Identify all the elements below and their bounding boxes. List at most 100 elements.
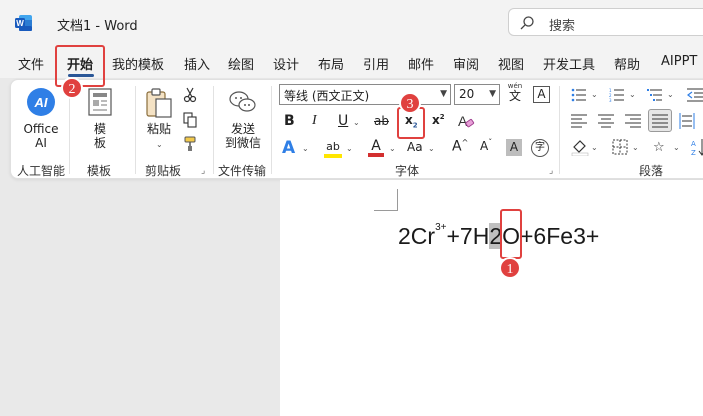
phonetic-guide-button[interactable]: wén 文 (506, 82, 524, 103)
chevron-down-icon: ▼ (489, 89, 496, 99)
font-color-caret[interactable]: ⌄ (389, 144, 396, 153)
tab-file[interactable]: 文件 (18, 54, 44, 73)
search-placeholder: 搜索 (549, 19, 576, 34)
template-label-1: 模 (93, 122, 106, 136)
format-painter-icon[interactable] (183, 136, 199, 152)
align-center-icon[interactable] (598, 114, 614, 128)
paste-dropdown-caret[interactable]: ⌄ (156, 140, 163, 149)
tab-references[interactable]: 引用 (363, 54, 389, 73)
separator (213, 86, 214, 174)
separator (559, 86, 560, 174)
font-name-select[interactable]: 等线 (西文正文) ▼ (279, 84, 451, 105)
group-label-font: 字体 (395, 164, 420, 178)
multilevel-caret[interactable]: ⌄ (667, 90, 674, 99)
word-logo-icon: W (15, 15, 32, 31)
shrink-font-label: A (480, 139, 489, 153)
tab-help[interactable]: 帮助 (614, 54, 640, 73)
page-corner-mark (397, 189, 398, 211)
font-color-label: A (371, 138, 381, 154)
equation-part: 2Cr (398, 223, 436, 249)
tab-design[interactable]: 设计 (273, 54, 299, 73)
copy-icon[interactable] (183, 112, 197, 128)
office-ai-label-2: AI (35, 136, 47, 150)
tab-draw[interactable]: 绘图 (228, 54, 254, 73)
font-launcher-icon[interactable]: ⌟ (549, 166, 553, 176)
tab-developer[interactable]: 开发工具 (543, 54, 595, 73)
numbering-icon[interactable]: 1 2 3 (609, 88, 625, 102)
font-color-button[interactable]: A (368, 138, 384, 157)
tab-my-templates[interactable]: 我的模板 (112, 54, 164, 73)
character-shading-button[interactable]: A (506, 139, 522, 156)
italic-button[interactable]: I (312, 113, 317, 129)
grow-font-button[interactable]: A^ (452, 138, 468, 155)
asian-layout-icon[interactable]: ☆ (653, 138, 671, 156)
paste-icon (146, 88, 172, 118)
page-corner-mark (374, 210, 398, 211)
highlight-button[interactable]: ab (324, 140, 342, 158)
annotation-badge-3: 3 (399, 92, 421, 114)
enclose-characters-button[interactable]: 字 (531, 139, 549, 157)
character-border-button[interactable]: A (533, 86, 550, 103)
bold-button[interactable]: B (284, 113, 295, 129)
template-button[interactable]: 模 板 (91, 122, 109, 150)
tab-aippt[interactable]: AIPPT (661, 54, 697, 69)
shading-caret[interactable]: ⌄ (591, 143, 598, 152)
cut-icon[interactable] (183, 87, 197, 103)
change-case-button[interactable]: Aa (407, 140, 423, 154)
highlight-caret[interactable]: ⌄ (346, 144, 353, 153)
annotation-badge-2: 2 (61, 77, 83, 99)
grow-font-label: A (452, 138, 462, 155)
change-case-caret[interactable]: ⌄ (428, 144, 435, 153)
underline-dropdown-caret[interactable]: ⌄ (353, 118, 360, 127)
group-label-template: 模板 (87, 164, 112, 178)
svg-text:3: 3 (609, 98, 612, 102)
document-text-line[interactable]: 2Cr3++7H2O+6Fe3+ (398, 222, 599, 250)
align-right-icon[interactable] (625, 114, 641, 128)
office-ai-button[interactable]: Office AI (23, 122, 59, 150)
borders-icon[interactable] (612, 139, 628, 155)
search-icon (520, 16, 534, 30)
document-page[interactable] (280, 180, 703, 416)
font-size-value: 20 (459, 87, 475, 101)
send-to-wechat-button[interactable]: 发送 到微信 (221, 122, 265, 150)
asian-layout-caret[interactable]: ⌄ (673, 143, 680, 152)
office-ai-icon: AI (27, 88, 55, 116)
shading-icon[interactable] (571, 138, 589, 156)
borders-caret[interactable]: ⌄ (632, 143, 639, 152)
underline-button[interactable]: U (338, 113, 348, 129)
ribbon-panel: AI Office AI 人工智能 模 板 模板 粘贴 ⌄ 剪贴板 ⌟ 发送 到… (10, 79, 703, 179)
bullets-icon[interactable] (571, 88, 587, 102)
bullets-caret[interactable]: ⌄ (591, 90, 598, 99)
paste-button[interactable]: 粘贴 (145, 122, 173, 136)
chevron-down-icon: ▼ (440, 89, 447, 99)
tab-review[interactable]: 审阅 (453, 54, 479, 73)
align-left-icon[interactable] (571, 114, 587, 128)
superscript-button[interactable]: x2 (432, 113, 445, 127)
equation-superscript: 3+ (435, 222, 447, 233)
tab-insert[interactable]: 插入 (184, 54, 210, 73)
highlight-label: ab (326, 140, 340, 153)
multilevel-list-icon[interactable] (647, 88, 663, 102)
decrease-indent-icon[interactable] (687, 88, 703, 102)
text-effects-caret[interactable]: ⌄ (302, 144, 309, 153)
font-size-select[interactable]: 20 ▼ (454, 84, 500, 105)
tab-mailings[interactable]: 邮件 (408, 54, 434, 73)
shrink-font-button[interactable]: Aˇ (480, 138, 492, 153)
search-box[interactable]: 搜索 (508, 8, 703, 36)
numbering-caret[interactable]: ⌄ (629, 90, 636, 99)
sort-icon[interactable]: AZ (691, 138, 703, 156)
distributed-icon[interactable] (679, 113, 695, 129)
clear-formatting-icon[interactable]: A (457, 112, 475, 130)
svg-text:A: A (458, 113, 468, 129)
tab-view[interactable]: 视图 (498, 54, 524, 73)
separator (135, 86, 136, 174)
tab-layout[interactable]: 布局 (318, 54, 344, 73)
text-effects-button[interactable]: A (282, 138, 295, 158)
send-label-2: 到微信 (224, 136, 261, 150)
superscript-x: x (432, 113, 440, 127)
strikethrough-button[interactable]: ab (374, 114, 389, 128)
justify-button[interactable] (648, 109, 672, 132)
svg-text:AI: AI (34, 95, 48, 110)
clipboard-launcher-icon[interactable]: ⌟ (201, 166, 205, 176)
send-label-1: 发送 (230, 122, 255, 136)
